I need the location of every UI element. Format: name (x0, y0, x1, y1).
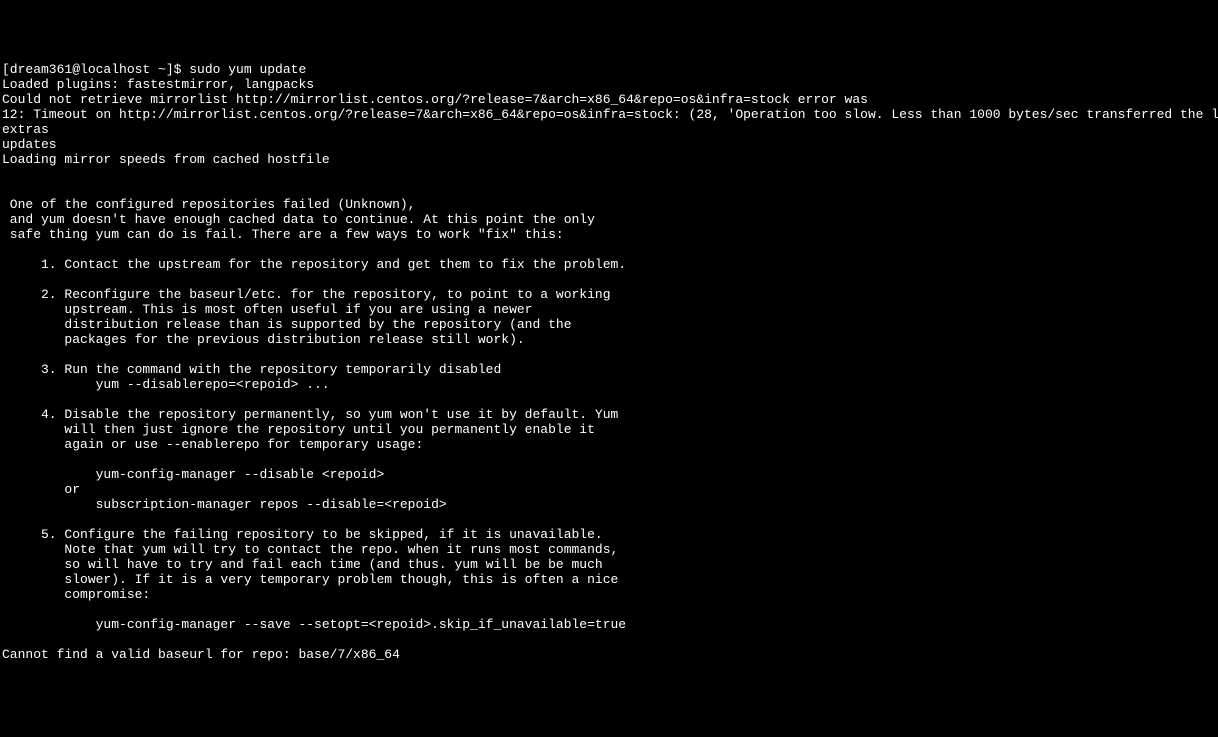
output-line: 1. Contact the upstream for the reposito… (2, 257, 626, 272)
output-line: so will have to try and fail each time (… (2, 557, 603, 572)
output-line: yum-config-manager --save --setopt=<repo… (2, 617, 626, 632)
output-line: 4. Disable the repository permanently, s… (2, 407, 618, 422)
output-line: packages for the previous distribution r… (2, 332, 525, 347)
output-line: Could not retrieve mirrorlist http://mir… (2, 92, 868, 107)
output-line: Cannot find a valid baseurl for repo: ba… (2, 647, 400, 662)
output-line: 3. Run the command with the repository t… (2, 362, 501, 377)
output-line: updates (2, 137, 57, 152)
output-line: and yum doesn't have enough cached data … (2, 212, 595, 227)
output-line: again or use --enablerepo for temporary … (2, 437, 423, 452)
output-line: slower). If it is a very temporary probl… (2, 572, 618, 587)
output-line: Note that yum will try to contact the re… (2, 542, 618, 557)
output-line: subscription-manager repos --disable=<re… (2, 497, 447, 512)
output-line: yum --disablerepo=<repoid> ... (2, 377, 330, 392)
terminal-output[interactable]: [dream361@localhost ~]$ sudo yum update … (2, 62, 1216, 662)
output-line: 5. Configure the failing repository to b… (2, 527, 603, 542)
output-line: or (2, 482, 80, 497)
command-text: sudo yum update (189, 62, 306, 77)
output-line: compromise: (2, 587, 150, 602)
output-line: distribution release than is supported b… (2, 317, 572, 332)
output-line: will then just ignore the repository unt… (2, 422, 595, 437)
prompt-line: [dream361@localhost ~]$ sudo yum update (2, 62, 306, 77)
output-line: yum-config-manager --disable <repoid> (2, 467, 384, 482)
shell-prompt: [dream361@localhost ~]$ (2, 62, 189, 77)
output-line: One of the configured repositories faile… (2, 197, 415, 212)
output-line: Loading mirror speeds from cached hostfi… (2, 152, 330, 167)
output-line: Loaded plugins: fastestmirror, langpacks (2, 77, 314, 92)
output-line: 2. Reconfigure the baseurl/etc. for the … (2, 287, 611, 302)
output-line: extras (2, 122, 49, 137)
output-line: 12: Timeout on http://mirrorlist.centos.… (2, 107, 1218, 122)
output-line: safe thing yum can do is fail. There are… (2, 227, 564, 242)
output-line: upstream. This is most often useful if y… (2, 302, 533, 317)
